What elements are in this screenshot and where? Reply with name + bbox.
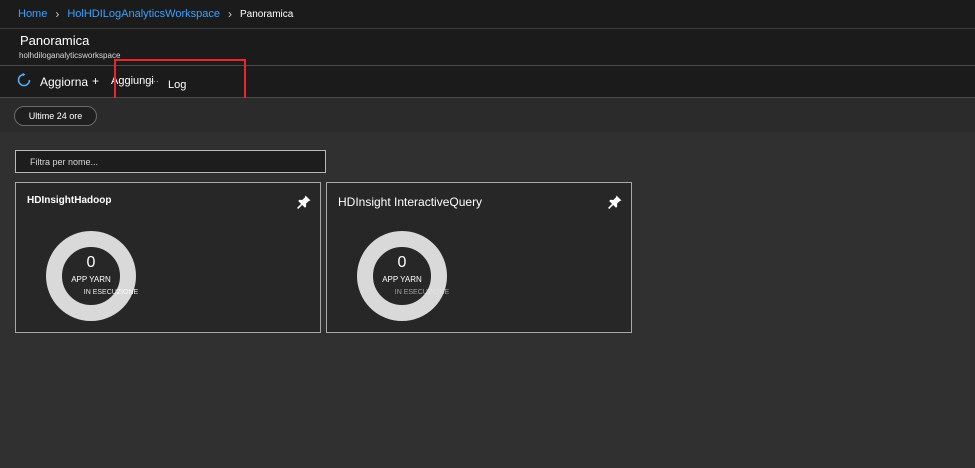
donut-sublabel: IN ESECUZIONE [83,289,139,296]
refresh-button[interactable]: Aggiorna [40,75,88,89]
tile-title: HDInsight InteractiveQuery [338,195,483,209]
breadcrumb-current: Panoramica [239,8,294,20]
time-range-pill[interactable]: Ultime 24 ore [14,106,97,126]
solution-tile[interactable]: HDInsightHadoop 0 APP YARN IN ESECUZIONE [15,182,321,333]
breadcrumb-workspace-link[interactable]: HolHDILogAnalyticsWorkspace [67,8,220,20]
plus-icon[interactable]: + [92,74,99,88]
pin-icon[interactable] [296,194,312,210]
breadcrumb-home-link[interactable]: Home [18,8,47,20]
page-title: Panoramica [20,33,90,48]
tiles-area: HDInsightHadoop 0 APP YARN IN ESECUZIONE… [0,132,975,468]
running-apps-count: 0 [86,254,96,271]
donut-sublabel: IN ESECUZIONE [394,289,450,296]
tile-title: HDInsightHadoop [27,195,112,206]
solution-tile[interactable]: HDInsight InteractiveQuery 0 APP YARN IN… [326,182,632,333]
donut-label: APP YARN [382,275,422,284]
breadcrumb: Home › HolHDILogAnalyticsWorkspace › Pan… [0,0,975,29]
time-range-bar: Ultime 24 ore [0,98,975,132]
donut-label: APP YARN [71,275,111,284]
refresh-icon[interactable] [16,72,32,88]
breadcrumb-separator: › [55,7,60,21]
running-apps-count: 0 [397,254,407,271]
filter-by-name-input[interactable] [15,150,326,173]
breadcrumb-separator: › [227,7,232,21]
page-subtitle: holhdiloganalyticsworkspace [19,51,121,60]
pin-icon[interactable] [607,194,623,210]
